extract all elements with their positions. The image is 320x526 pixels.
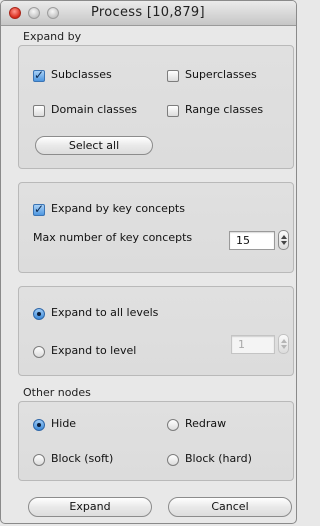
minimize-window-icon[interactable] — [28, 7, 40, 19]
increment-arrow-icon[interactable] — [281, 339, 287, 343]
block-hard-label: Block (hard) — [185, 452, 252, 465]
zoom-window-icon[interactable] — [47, 7, 59, 19]
increment-arrow-icon[interactable] — [281, 235, 287, 239]
expand-all-levels-label: Expand to all levels — [51, 306, 159, 319]
expand-key-concepts-checkbox[interactable] — [33, 201, 45, 217]
subclasses-label: Subclasses — [51, 68, 112, 81]
range-classes-checkbox[interactable] — [167, 105, 179, 117]
block-soft-label: Block (soft) — [51, 452, 114, 465]
expand-by-group: Subclasses Superclasses Domain classes R… — [18, 45, 294, 169]
redraw-radio[interactable] — [167, 419, 179, 431]
hide-radio[interactable] — [33, 419, 45, 431]
expand-button[interactable]: Expand — [28, 497, 152, 517]
decrement-arrow-icon[interactable] — [281, 241, 287, 245]
superclasses-label: Superclasses — [185, 68, 257, 81]
expand-key-concepts-label: Expand by key concepts — [51, 202, 185, 215]
expand-to-level-label: Expand to level — [51, 344, 137, 357]
expand-all-levels-radio[interactable] — [33, 308, 45, 320]
other-nodes-label: Other nodes — [23, 386, 91, 399]
key-concepts-group: Expand by key concepts Max number of key… — [18, 182, 294, 273]
max-key-concepts-label: Max number of key concepts — [33, 231, 193, 244]
close-window-icon[interactable] — [9, 7, 21, 19]
level-input[interactable]: 1 — [231, 335, 275, 354]
expand-by-label: Expand by — [23, 30, 82, 43]
title-bar: Process [10,879] — [1, 1, 296, 26]
level-stepper[interactable] — [278, 334, 289, 354]
max-key-concepts-stepper[interactable] — [278, 230, 289, 250]
window-title: Process [10,879] — [91, 5, 205, 20]
domain-classes-checkbox[interactable] — [33, 105, 45, 117]
process-dialog: Process [10,879] Expand by Subclasses Su… — [0, 0, 297, 524]
cancel-button[interactable]: Cancel — [168, 497, 292, 517]
redraw-label: Redraw — [185, 417, 227, 430]
subclasses-checkbox[interactable] — [33, 67, 45, 83]
block-hard-radio[interactable] — [167, 454, 179, 466]
expand-to-level-radio[interactable] — [33, 346, 45, 358]
block-soft-radio[interactable] — [33, 454, 45, 466]
max-key-concepts-input[interactable]: 15 — [229, 231, 275, 250]
range-classes-label: Range classes — [185, 103, 264, 116]
decrement-arrow-icon[interactable] — [281, 345, 287, 349]
expand-levels-group: Expand to all levels Expand to level 1 — [18, 286, 294, 376]
domain-classes-label: Domain classes — [51, 103, 137, 116]
select-all-button[interactable]: Select all — [35, 136, 153, 155]
hide-label: Hide — [51, 417, 77, 430]
other-nodes-group: Hide Redraw Block (soft) Block (hard) — [18, 401, 294, 481]
superclasses-checkbox[interactable] — [167, 70, 179, 82]
